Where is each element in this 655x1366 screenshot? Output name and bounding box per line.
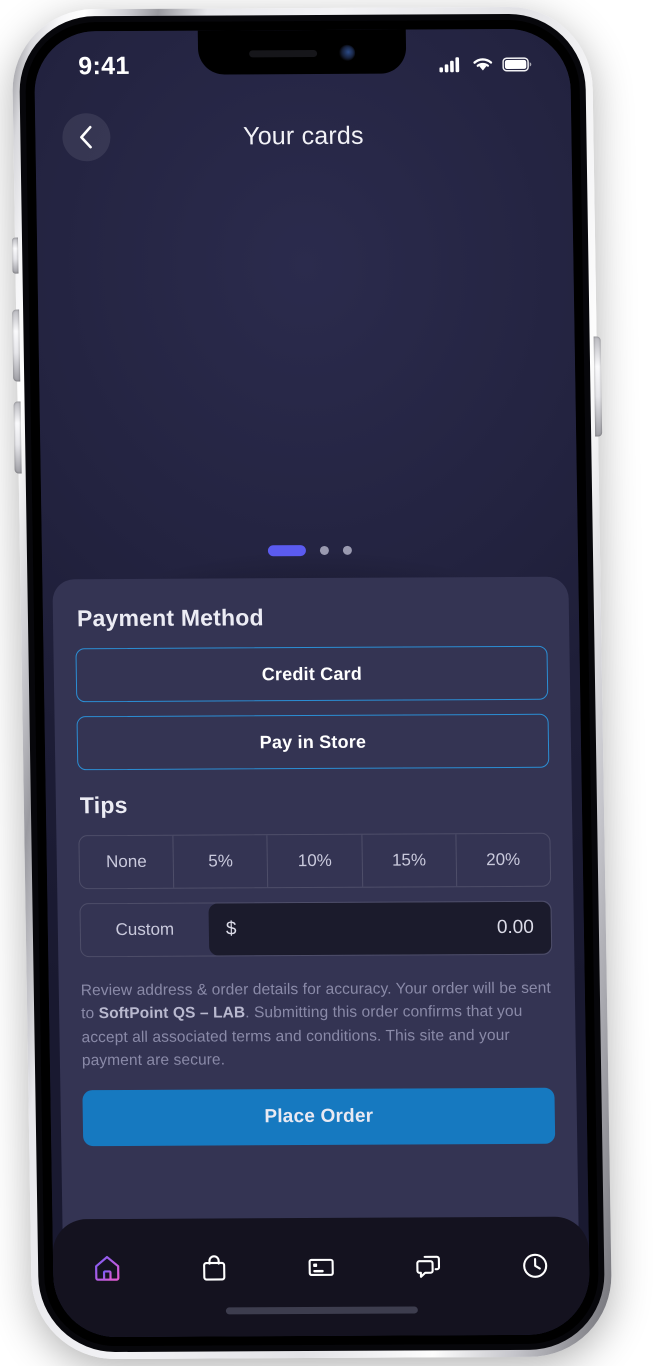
place-order-button[interactable]: Place Order: [82, 1087, 556, 1147]
custom-tip-input[interactable]: $ 0.00: [208, 901, 552, 956]
home-icon: [94, 1255, 120, 1281]
tips-selector: None 5% 10% 15% 20%: [78, 832, 552, 890]
phone-device: 9:41 Your cards Payment Method Credit Ca…: [11, 6, 613, 1360]
merchant-name: SoftPoint QS – LAB: [98, 1004, 246, 1023]
status-time: 9:41: [78, 51, 130, 80]
carousel-dots: [42, 544, 578, 558]
carousel-dot[interactable]: [319, 545, 329, 555]
tips-title: Tips: [79, 791, 128, 819]
tip-option-10[interactable]: 10%: [267, 834, 363, 888]
phone-notch: [197, 28, 407, 75]
chevron-left-icon: [80, 125, 92, 149]
custom-tip-row: Custom $ 0.00: [79, 900, 553, 958]
front-camera-icon: [338, 44, 356, 61]
back-button[interactable]: [62, 113, 111, 162]
earpiece-speaker-icon: [249, 49, 318, 57]
phone-screen: 9:41 Your cards Payment Method Credit Ca…: [33, 28, 591, 1338]
page-title: Your cards: [242, 121, 364, 150]
carousel-dot[interactable]: [342, 545, 352, 555]
battery-icon: [502, 56, 532, 72]
tip-option-none[interactable]: None: [79, 835, 175, 889]
currency-symbol: $: [225, 918, 237, 940]
volume-up-button[interactable]: [12, 309, 21, 382]
nav-item-history[interactable]: [510, 1243, 561, 1289]
custom-tip-value: 0.00: [496, 916, 535, 939]
power-button[interactable]: [593, 336, 603, 437]
payment-method-title: Payment Method: [76, 604, 264, 632]
nav-item-cards[interactable]: [296, 1244, 347, 1290]
tip-option-15[interactable]: 15%: [361, 834, 458, 887]
payment-option-credit-card[interactable]: Credit Card: [75, 645, 549, 703]
checkout-sheet: Payment Method Credit Card Pay in Store …: [52, 576, 579, 1230]
app-header: Your cards: [35, 93, 572, 180]
bottom-navigation: [52, 1216, 591, 1338]
tip-option-5[interactable]: 5%: [173, 835, 269, 888]
home-indicator[interactable]: [225, 1306, 418, 1315]
tip-option-20[interactable]: 20%: [456, 834, 550, 886]
card-carousel[interactable]: [36, 179, 578, 572]
cellular-signal-icon: [439, 56, 460, 72]
nav-item-home[interactable]: [81, 1245, 132, 1291]
payment-option-pay-in-store[interactable]: Pay in Store: [76, 713, 550, 771]
volume-down-button[interactable]: [13, 401, 22, 474]
nav-item-messages[interactable]: [403, 1243, 454, 1289]
page-background: 9:41 Your cards Payment Method Credit Ca…: [0, 0, 655, 1366]
place-order-label: Place Order: [264, 1105, 374, 1128]
mute-switch-button[interactable]: [11, 237, 19, 274]
payment-option-label: Credit Card: [261, 663, 363, 684]
custom-tip-label: Custom: [115, 919, 175, 940]
nav-item-shop[interactable]: [189, 1244, 240, 1290]
clock-icon: [523, 1253, 548, 1278]
card-icon: [308, 1258, 334, 1277]
shopping-bag-icon: [202, 1255, 226, 1281]
payment-option-label: Pay in Store: [259, 731, 367, 752]
chat-icon: [416, 1255, 441, 1278]
order-disclaimer: Review address & order details for accur…: [81, 977, 554, 1072]
wifi-icon: [473, 57, 493, 71]
carousel-dot-active[interactable]: [267, 545, 307, 557]
status-icons: [439, 55, 532, 72]
